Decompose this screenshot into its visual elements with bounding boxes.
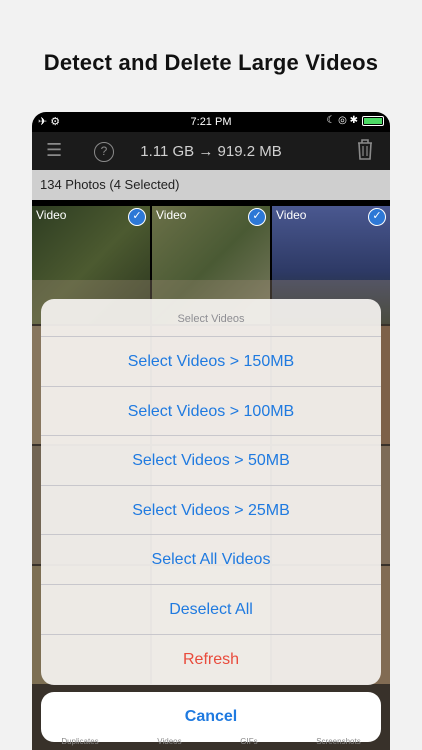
select-over-50mb-option[interactable]: Select Videos > 50MB <box>41 436 381 486</box>
trash-icon[interactable] <box>356 138 374 165</box>
photo-count-bar: 134 Photos (4 Selected) <box>32 170 390 200</box>
toolbar: ☰ ? 1.11 GB → 919.2 MB <box>32 132 390 172</box>
video-label: Video <box>36 208 67 222</box>
action-sheet: Select Videos Select Videos > 150MB Sele… <box>41 299 381 685</box>
select-over-100mb-option[interactable]: Select Videos > 100MB <box>41 387 381 437</box>
checkmark-icon[interactable]: ✓ <box>248 208 266 226</box>
status-icons: ☾ ◎ ✱ <box>326 115 358 126</box>
tab-gifs[interactable]: GIFs <box>240 737 257 750</box>
tab-bar: Duplicates Videos GIFs Screenshots <box>32 737 390 750</box>
select-over-25mb-option[interactable]: Select Videos > 25MB <box>41 486 381 536</box>
tab-videos[interactable]: Videos <box>157 737 181 750</box>
select-over-150mb-option[interactable]: Select Videos > 150MB <box>41 337 381 387</box>
size-summary: 1.11 GB → 919.2 MB <box>140 143 282 160</box>
video-label: Video <box>276 208 307 222</box>
tab-screenshots[interactable]: Screenshots <box>316 737 360 750</box>
headline: Detect and Delete Large Videos <box>43 50 379 75</box>
action-sheet-title: Select Videos <box>41 299 381 337</box>
video-label: Video <box>156 208 187 222</box>
checkmark-icon[interactable]: ✓ <box>368 208 386 226</box>
status-right-icons: ☾ ◎ ✱ <box>326 115 384 126</box>
cancel-button[interactable]: Cancel <box>41 692 381 742</box>
checkmark-icon[interactable]: ✓ <box>128 208 146 226</box>
deselect-all-option[interactable]: Deselect All <box>41 585 381 635</box>
battery-icon <box>362 115 384 126</box>
select-all-videos-option[interactable]: Select All Videos <box>41 535 381 585</box>
status-bar: ✈ ⚙ 7:21 PM ☾ ◎ ✱ <box>32 112 390 132</box>
refresh-option[interactable]: Refresh <box>41 635 381 685</box>
tab-duplicates[interactable]: Duplicates <box>61 737 98 750</box>
